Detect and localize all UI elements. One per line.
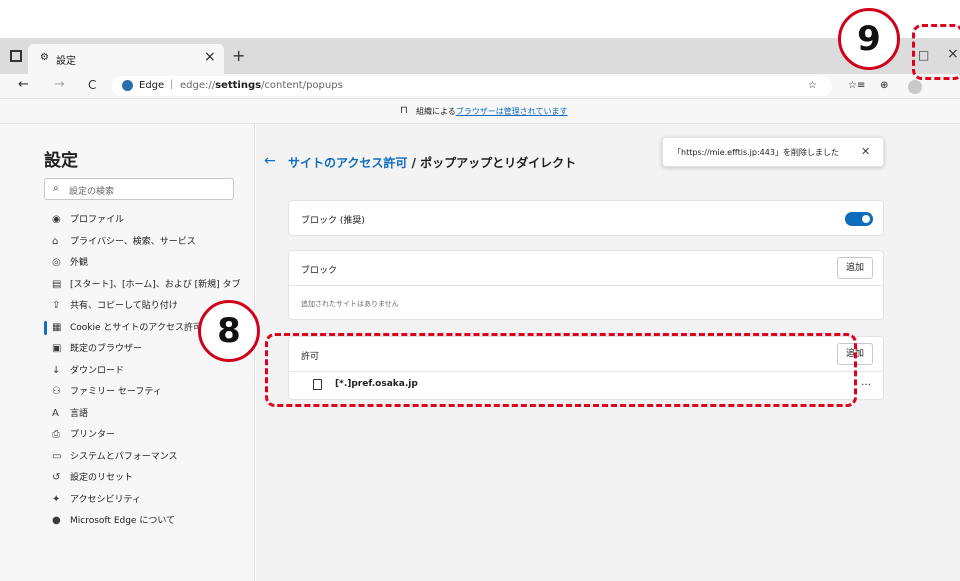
url-text: edge://settings/content/popups (180, 80, 343, 91)
managed-prefix: 組織による (416, 107, 456, 116)
sidebar-item[interactable]: ↓ ダウンロード (44, 361, 254, 381)
favorite-add-icon[interactable]: ☆ (808, 80, 817, 91)
profile-icon: ◉ (52, 214, 61, 225)
favorites-icon[interactable]: ☆≡ (848, 80, 865, 91)
annotation-badge-8: 8 (198, 300, 260, 362)
system-icon: ▭ (52, 451, 62, 462)
toast-text: 「https://mie.efftis.jp:443」を削除しました (673, 148, 839, 157)
search-placeholder: 設定の検索 (69, 187, 115, 197)
address-bar[interactable]: Edge | edge://settings/content/popups ☆ (112, 76, 832, 96)
edge-icon: ● (52, 515, 61, 526)
sidebar-item-label: システムとパフォーマンス (70, 452, 178, 462)
url-suffix: /content/popups (261, 80, 343, 91)
block-toggle[interactable] (845, 212, 873, 226)
toggle-knob (862, 215, 870, 223)
sidebar-item-label: アクセシビリティ (70, 495, 142, 505)
tab-actions-icon[interactable] (10, 50, 22, 62)
block-title: ブロック (301, 266, 338, 276)
collections-icon[interactable]: ⊕ (880, 80, 888, 91)
managed-text: 組織によるブラウザーは管理されています (416, 106, 568, 117)
more-actions-button[interactable]: … (861, 377, 871, 388)
sidebar-item[interactable]: ⚇ ファミリー セーフティ (44, 382, 254, 402)
default-browser-icon: ▣ (52, 343, 62, 354)
block-divider (289, 285, 883, 286)
back-arrow-icon[interactable]: ← (264, 153, 276, 169)
active-indicator (44, 321, 47, 335)
sidebar-item-label: ファミリー セーフティ (70, 387, 162, 397)
sidebar-title: 設定 (44, 151, 78, 171)
url-divider: | (170, 79, 174, 90)
sidebar-item-label: プリンター (70, 430, 116, 440)
edge-logo-icon (122, 80, 133, 91)
sidebar-item-label: 言語 (70, 409, 89, 419)
breadcrumb-link[interactable]: サイトのアクセス許可 (288, 156, 407, 170)
sidebar-item-label: Cookie とサイトのアクセス許可 (70, 323, 202, 333)
sidebar-item-label: Microsoft Edge について (70, 516, 176, 526)
annotation-box-8 (265, 333, 857, 407)
toast-notification: 「https://mie.efftis.jp:443」を削除しました ✕ (662, 137, 884, 167)
share-icon: ⇪ (52, 300, 61, 311)
toast-close-icon[interactable]: ✕ (861, 145, 870, 158)
block-empty-text: 追加されたサイトはありません (301, 300, 399, 308)
sidebar-item-label: ダウンロード (70, 366, 125, 376)
briefcase-icon: ⊓ (400, 105, 408, 116)
accessibility-icon: ✦ (52, 494, 61, 505)
new-tab-button[interactable]: + (232, 46, 245, 65)
annotation-badge-9: 9 (838, 8, 900, 70)
sidebar-item[interactable]: ● Microsoft Edge について (44, 511, 254, 531)
sidebar-item-label: プライバシー、検索、サービス (70, 237, 196, 247)
managed-bar: ⊓ 組織によるブラウザーは管理されています (0, 98, 960, 124)
family-icon: ⚇ (52, 386, 61, 397)
page-title: ポップアップとリダイレクト (420, 156, 577, 170)
block-card: ブロック 追加 追加されたサイトはありません (288, 250, 884, 320)
printer-icon: ⎙ (52, 429, 60, 440)
tab-settings[interactable]: ⚙ 設定 × (28, 44, 224, 74)
search-input[interactable]: ⌕ 設定の検索 (44, 178, 234, 200)
back-icon[interactable]: ← (18, 77, 29, 92)
managed-link[interactable]: ブラウザーは管理されています (456, 107, 568, 116)
sidebar-item[interactable]: ↺ 設定のリセット (44, 468, 254, 488)
lock-icon: ⌂ (52, 236, 59, 247)
sidebar-item[interactable]: ▭ システムとパフォーマンス (44, 447, 254, 467)
sidebar-item[interactable]: A 言語 (44, 404, 254, 424)
breadcrumb-separator: / (407, 156, 421, 170)
language-icon: A (52, 408, 59, 419)
sidebar-item[interactable]: ◉ プロファイル (44, 210, 254, 230)
sidebar-item[interactable]: ⎙ プリンター (44, 425, 254, 445)
sidebar-item-label: 既定のブラウザー (70, 344, 143, 354)
sidebar-item-label: 設定のリセット (70, 473, 134, 483)
sidebar-item[interactable]: ⌂ プライバシー、検索、サービス (44, 232, 254, 252)
sidebar-item-label: [スタート]、[ホーム]、および [新規] タブ (70, 280, 241, 290)
sidebar-item[interactable]: ✦ アクセシビリティ (44, 490, 254, 510)
tab-close-icon[interactable]: × (204, 49, 216, 65)
appearance-icon: ◎ (52, 257, 61, 268)
cookie-icon: ▦ (52, 322, 62, 333)
block-add-button[interactable]: 追加 (837, 257, 873, 279)
sidebar-item[interactable]: ◎ 外観 (44, 253, 254, 273)
forward-icon[interactable]: → (54, 77, 65, 92)
sidebar-item[interactable]: ▤ [スタート]、[ホーム]、および [新規] タブ (44, 275, 254, 295)
sidebar-item-label: 共有、コピーして貼り付け (70, 301, 178, 311)
sidebar-item-label: 外観 (70, 258, 89, 268)
url-prefix: edge:// (180, 80, 216, 91)
download-icon: ↓ (52, 365, 61, 376)
block-recommended-card: ブロック (推奨) (288, 200, 884, 236)
sidebar-item-label: プロファイル (70, 215, 125, 225)
site-name: Edge (139, 80, 165, 91)
new-tab-icon: ▤ (52, 279, 62, 290)
tab-title: 設定 (56, 56, 76, 67)
block-recommended-label: ブロック (推奨) (301, 216, 365, 226)
page-heading: サイトのアクセス許可 / ポップアップとリダイレクト (288, 154, 576, 171)
annotation-box-9 (912, 24, 960, 80)
url-path-bold: settings (215, 80, 262, 91)
search-icon: ⌕ (53, 183, 59, 194)
refresh-icon[interactable]: C (88, 78, 96, 92)
avatar[interactable] (908, 80, 922, 94)
gear-icon: ⚙ (40, 52, 49, 63)
reset-icon: ↺ (52, 472, 61, 483)
